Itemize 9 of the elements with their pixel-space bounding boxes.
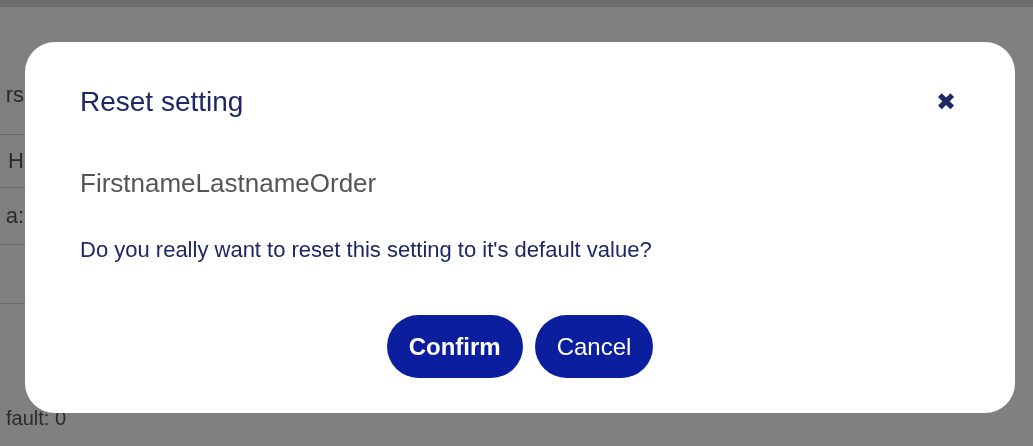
close-button[interactable]: ✖ [931, 88, 960, 116]
background-text: H [8, 150, 24, 172]
confirm-button[interactable]: Confirm [386, 315, 523, 378]
background-text: rs [5, 84, 24, 106]
setting-name: FirstnameLastnameOrder [80, 168, 378, 199]
background-text: a: [5, 205, 24, 227]
dialog-title: Reset setting [80, 86, 244, 118]
confirmation-message: Do you really want to reset this setting to it's default value? [80, 237, 653, 263]
cancel-button[interactable]: Cancel [534, 315, 654, 378]
